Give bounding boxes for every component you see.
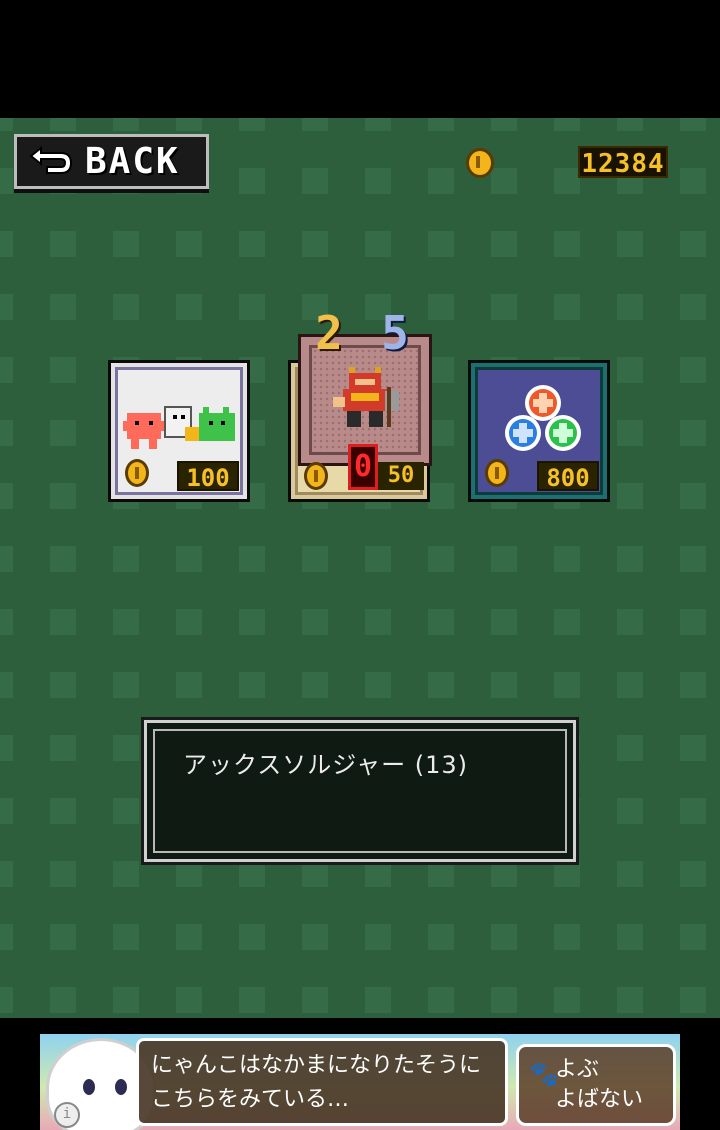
back-arrow-icon xyxy=(29,145,73,174)
coin-total: 12384 xyxy=(578,146,668,179)
price-coin-icon xyxy=(485,459,509,487)
ad-line-2: こちらをみている… xyxy=(151,1087,350,1112)
axe-soldier-icon xyxy=(333,367,399,427)
color-orbs-icon xyxy=(505,385,581,451)
card-price-partial: 50 xyxy=(378,462,424,490)
top-bar xyxy=(0,0,720,118)
slot-middle-digit: 0 xyxy=(348,444,378,490)
shop-card-orbs[interactable]: 800 xyxy=(468,360,610,502)
cat-eye xyxy=(115,1079,127,1095)
message-text: アックスソルジャー (13) xyxy=(183,751,468,779)
card-price: 100 xyxy=(177,461,239,492)
price-coin-icon xyxy=(125,459,149,487)
ad-call-button[interactable]: 🐾 よぶ よばない xyxy=(516,1044,676,1126)
cat-eye xyxy=(83,1079,95,1095)
ad-button-line-1: よぶ xyxy=(555,1057,600,1082)
back-button[interactable]: BACK xyxy=(14,134,209,189)
game-board xyxy=(0,118,720,1018)
ad-line-1: にゃんこはなかまになりたそうに xyxy=(151,1053,482,1078)
message-box: アックスソルジャー (13) xyxy=(141,717,579,865)
monster-team-icon xyxy=(123,406,235,449)
slot-right-digit: 5 xyxy=(381,306,409,360)
ad-banner[interactable]: i にゃんこはなかまになりたそうに こちらをみている… 🐾 よぶ よばない xyxy=(40,1034,680,1130)
shop-card-team[interactable]: 100 xyxy=(108,360,250,502)
ad-info-icon[interactable]: i xyxy=(54,1102,80,1128)
ad-button-line-2: よばない xyxy=(555,1087,644,1112)
slot-left-digit: 2 xyxy=(315,306,343,360)
price-coin-icon xyxy=(304,462,328,490)
back-label: BACK xyxy=(85,141,180,182)
ad-message-bubble: にゃんこはなかまになりたそうに こちらをみている… xyxy=(136,1038,508,1126)
paw-icon: 🐾 xyxy=(529,1060,559,1088)
card-price: 800 xyxy=(537,461,599,492)
coin-icon xyxy=(466,148,494,178)
